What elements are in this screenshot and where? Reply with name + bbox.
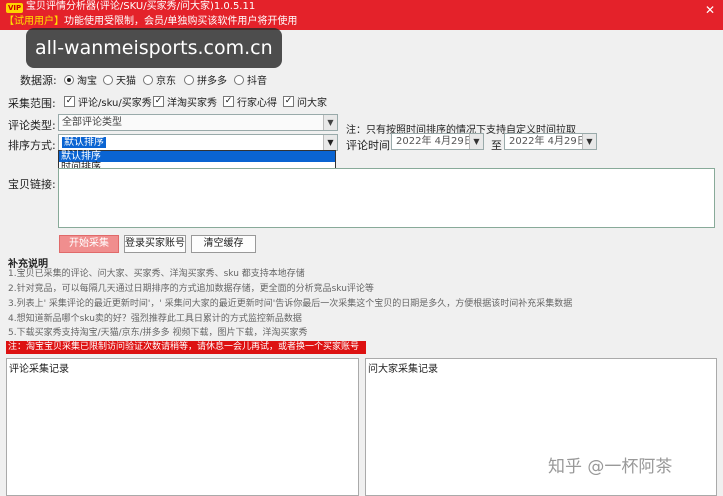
start-collect-button[interactable]: 开始采集 xyxy=(59,235,119,253)
chevron-down-icon[interactable]: ▼ xyxy=(323,115,337,130)
login-buyer-button[interactable]: 登录买家账号 xyxy=(124,235,186,253)
radio-douyin[interactable]: 抖音 xyxy=(234,72,267,87)
chevron-down-icon[interactable]: ▼ xyxy=(323,135,337,150)
check-icon[interactable]: ✓ xyxy=(283,96,294,107)
check-icon[interactable]: ✓ xyxy=(153,96,164,107)
qa-log-title: 问大家采集记录 xyxy=(368,364,438,375)
reviews-log-panel[interactable]: 评论采集记录 xyxy=(6,358,359,496)
sort-label: 排序方式: xyxy=(8,139,56,152)
close-icon[interactable]: ✕ xyxy=(705,4,715,16)
checkbox-expert[interactable]: ✓ 行家心得 xyxy=(223,94,277,109)
zhihu-watermark: 知乎 @一杯阿茶 xyxy=(548,457,673,477)
radio-icon[interactable] xyxy=(103,74,113,85)
review-type-select[interactable]: 全部评论类型 ▼ xyxy=(58,114,338,131)
note-line: 1.宝贝已采集的评论、问大家、买家秀、洋淘买家秀、sku 都支持本地存储 xyxy=(8,269,305,279)
note-line: 4.想知道新品哪个sku卖的好？强烈推荐此工具日累计的方式监控新品数据 xyxy=(8,314,302,324)
date-range-separator: 至 xyxy=(491,139,502,152)
note-line: 5.下载买家秀支持淘宝/天猫/京东/拼多多 视频下载，图片下载，洋淘买家秀 xyxy=(8,328,308,338)
checkbox-reviews[interactable]: ✓ 评论/sku/买家秀 xyxy=(64,94,152,109)
rate-limit-warning: 注：淘宝宝贝采集已限制访问验证次数请稍等，请休息一会儿再试，或者换一个买家账号 xyxy=(6,341,366,354)
link-label: 宝贝链接: xyxy=(8,178,56,191)
trial-tag: 【试用用户】 xyxy=(4,16,64,27)
window-title: 宝贝评情分析器(评论/SKU/买家秀/问大家)1.0.5.11 xyxy=(26,1,256,12)
checkbox-qa[interactable]: ✓ 问大家 xyxy=(283,94,327,109)
sort-select[interactable]: 默认排序 ▼ xyxy=(58,134,338,151)
radio-icon[interactable] xyxy=(143,74,153,85)
site-watermark: all-wanmeisports.com.cn xyxy=(26,28,282,68)
review-type-label: 评论类型: xyxy=(8,119,56,132)
note-line: 2.针对竞品，可以每隔几天通过日期排序的方式追加数据存储，更全面的分析竞品sku… xyxy=(8,284,374,294)
scope-label: 采集范围: xyxy=(8,97,56,110)
sort-option-default[interactable]: 默认排序 xyxy=(59,151,335,162)
chevron-down-icon[interactable]: ▼ xyxy=(582,134,596,149)
trial-notice-text: 功能使用受限制，会员/单独购买该软件用户将开使用 xyxy=(64,16,298,27)
product-link-input[interactable] xyxy=(58,168,715,228)
date-from-value: 2022年 4月29日 xyxy=(396,136,474,147)
chevron-down-icon[interactable]: ▼ xyxy=(469,134,483,149)
clear-cache-button[interactable]: 清空缓存 xyxy=(191,235,256,253)
radio-jd[interactable]: 京东 xyxy=(143,72,176,87)
vip-badge: VIP xyxy=(6,3,24,13)
radio-pinduoduo[interactable]: 拼多多 xyxy=(184,72,227,87)
checkbox-yangtao[interactable]: ✓ 洋淘买家秀 xyxy=(153,94,217,109)
date-from-picker[interactable]: 2022年 4月29日 ▼ xyxy=(391,133,484,150)
radio-icon[interactable] xyxy=(234,74,244,85)
datasource-label: 数据源: xyxy=(20,74,57,87)
date-to-value: 2022年 4月29日 xyxy=(509,136,587,147)
trial-notice: 【试用用户】功能使用受限制，会员/单独购买该软件用户将开使用 xyxy=(4,16,297,28)
radio-icon[interactable] xyxy=(184,74,194,85)
note-line: 3.列表上' 采集评论的最近更新时间'，' 采集问大家的最近更新时间'告诉你最后… xyxy=(8,299,573,309)
check-icon[interactable]: ✓ xyxy=(64,96,75,107)
check-icon[interactable]: ✓ xyxy=(223,96,234,107)
radio-icon[interactable] xyxy=(64,74,74,85)
review-type-value: 全部评论类型 xyxy=(62,117,122,128)
radio-taobao[interactable]: 淘宝 xyxy=(64,72,97,87)
radio-tmall[interactable]: 天猫 xyxy=(103,72,136,87)
reviews-log-title: 评论采集记录 xyxy=(9,364,69,375)
review-time-label: 评论时间: xyxy=(346,139,394,152)
date-to-picker[interactable]: 2022年 4月29日 ▼ xyxy=(504,133,597,150)
sort-value: 默认排序 xyxy=(62,137,106,148)
title-bar: VIP 宝贝评情分析器(评论/SKU/买家秀/问大家)1.0.5.11 【试用用… xyxy=(0,0,723,30)
